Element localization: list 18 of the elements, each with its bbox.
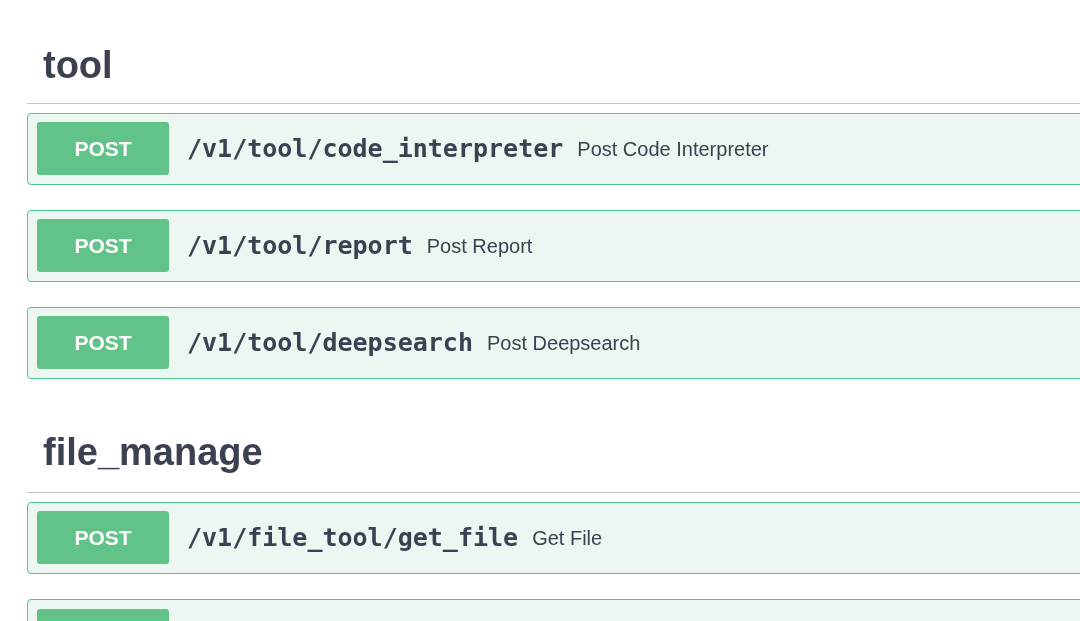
operation-row[interactable]: POST /v1/tool/report Post Report — [27, 209, 1080, 282]
operation-row[interactable]: POST /v1/tool/code_interpreter Post Code Interpreter — [27, 112, 1080, 185]
endpoint-summary: Get File — [532, 525, 603, 551]
endpoint-summary: Post Report — [426, 233, 533, 259]
method-badge: POST — [37, 122, 169, 176]
section-title: tool — [43, 44, 113, 86]
endpoint-path: /v1/tool/code_interpreter — [187, 133, 564, 166]
endpoint-path: /v1/tool/deepsearch — [187, 327, 473, 360]
section-title: file_manage — [43, 430, 263, 473]
endpoint-summary: Post Code Interpreter — [577, 136, 769, 162]
method-badge: POST — [37, 316, 169, 370]
endpoint-path: /v1/file_tool/get_file — [187, 521, 519, 554]
operation-row[interactable]: POST /v1/file_tool/get_file Get File — [27, 501, 1080, 574]
method-badge: POST — [37, 219, 169, 273]
operation-row[interactable]: POST /v1/tool/deepsearch Post Deepsearch — [27, 306, 1080, 379]
method-badge: POST — [37, 511, 169, 565]
endpoint-path: /v1/tool/report — [187, 230, 413, 263]
endpoint-summary: Post Deepsearch — [487, 330, 641, 356]
